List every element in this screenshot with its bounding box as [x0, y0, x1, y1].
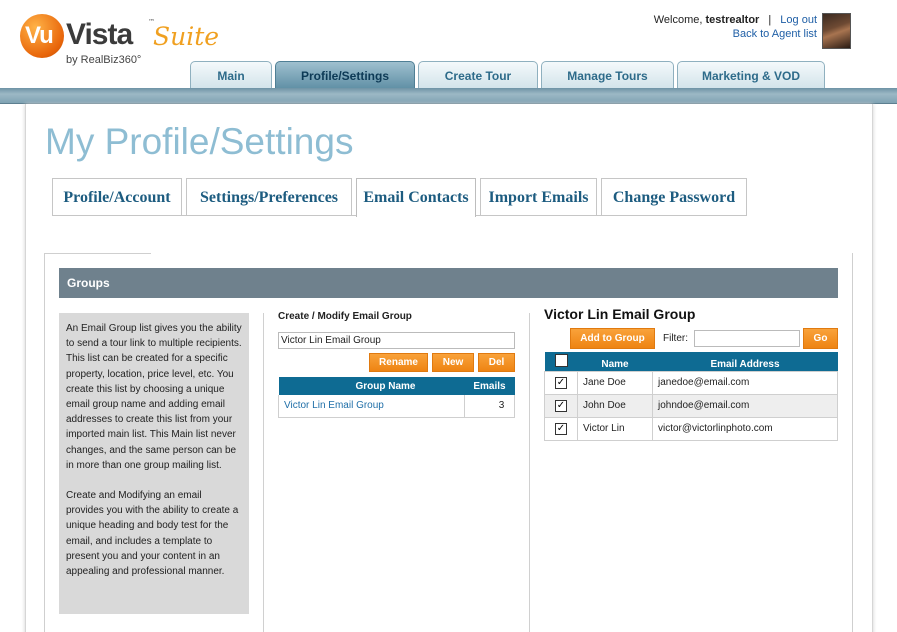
col-emails: Emails [464, 377, 515, 395]
new-button[interactable]: New [432, 353, 474, 372]
tab-main[interactable]: Main [190, 61, 272, 89]
row-checkbox[interactable]: ✓ [555, 422, 567, 435]
select-all-checkbox[interactable] [554, 353, 568, 367]
page-title: My Profile/Settings [45, 121, 354, 162]
del-button[interactable]: Del [478, 353, 515, 372]
back-to-agent-list-link[interactable]: Back to Agent list [733, 28, 817, 40]
filter-label: Filter: [663, 333, 688, 344]
subtab-email-contacts[interactable]: Email Contacts [356, 178, 476, 217]
col-email: Email Address [652, 352, 838, 371]
logo-vista-text: Vista [66, 18, 133, 51]
contact-email: janedoe@email.com [652, 370, 838, 395]
logout-link[interactable]: Log out [780, 14, 817, 26]
row-checkbox[interactable]: ✓ [555, 376, 567, 389]
contact-email: johndoe@email.com [652, 393, 838, 418]
subtab-import-emails[interactable]: Import Emails [480, 178, 597, 216]
nav-bar [0, 88, 897, 104]
column-divider-1 [263, 313, 264, 632]
row-checkbox[interactable]: ✓ [555, 399, 567, 412]
table-row[interactable]: Victor Lin Email Group 3 [278, 395, 515, 418]
username: testrealtor [705, 14, 760, 26]
filter-input[interactable] [694, 330, 800, 347]
subtab-profile-account[interactable]: Profile/Account [52, 178, 182, 216]
groups-header: Groups [59, 268, 838, 298]
select-all-header[interactable] [544, 352, 578, 371]
welcome-area: Welcome, testrealtor | Log out Back to A… [654, 13, 817, 41]
group-detail-title: Victor Lin Email Group [544, 306, 696, 322]
row-checkbox-cell[interactable]: ✓ [544, 416, 578, 441]
tab-profile-settings[interactable]: Profile/Settings [275, 61, 415, 89]
subtabs: Profile/Account Settings/Preferences Ema… [52, 178, 747, 217]
table-row[interactable]: ✓ Jane Doe janedoe@email.com [544, 370, 838, 395]
content-topline [44, 253, 151, 254]
description-paragraph-2: Create and Modifying an email provides y… [66, 490, 239, 578]
subtab-settings-preferences[interactable]: Settings/Preferences [186, 178, 352, 216]
rename-button[interactable]: Rename [369, 353, 428, 372]
col-name: Name [577, 352, 653, 371]
contact-name: Victor Lin [577, 416, 653, 441]
group-name-input[interactable] [278, 332, 515, 349]
logo-byline: by RealBiz360° [66, 54, 142, 66]
groups-table: Group Name Emails Victor Lin Email Group… [278, 377, 515, 418]
row-checkbox-cell[interactable]: ✓ [544, 393, 578, 418]
contact-email: victor@victorlinphoto.com [652, 416, 838, 441]
create-modify-title: Create / Modify Email Group [278, 311, 412, 322]
add-to-group-button[interactable]: Add to Group [570, 328, 655, 349]
tab-manage-tours[interactable]: Manage Tours [541, 61, 674, 89]
contact-name: John Doe [577, 393, 653, 418]
logo-suite-text: Suite [153, 22, 220, 51]
group-name-link[interactable]: Victor Lin Email Group [278, 395, 465, 418]
row-checkbox-cell[interactable]: ✓ [544, 370, 578, 395]
column-divider-2 [529, 313, 530, 632]
tab-create-tour[interactable]: Create Tour [418, 61, 538, 89]
col-group-name: Group Name [278, 377, 465, 395]
contact-name: Jane Doe [577, 370, 653, 395]
welcome-text: Welcome, [653, 14, 703, 26]
subtab-change-password[interactable]: Change Password [601, 178, 747, 216]
table-row[interactable]: ✓ Victor Lin victor@victorlinphoto.com [544, 416, 838, 441]
description-paragraph-1: An Email Group list gives you the abilit… [66, 323, 242, 471]
go-button[interactable]: Go [803, 328, 838, 349]
separator: | [768, 14, 772, 26]
group-email-count: 3 [464, 395, 515, 418]
avatar [822, 13, 851, 49]
groups-description: An Email Group list gives you the abilit… [59, 313, 249, 614]
logo-vu-text: Vu [25, 22, 54, 49]
main-nav: Main Profile/Settings Create Tour Manage… [190, 61, 825, 89]
contacts-table: Name Email Address ✓ Jane Doe janedoe@em… [544, 352, 838, 441]
tab-marketing-vod[interactable]: Marketing & VOD [677, 61, 825, 89]
table-row[interactable]: ✓ John Doe johndoe@email.com [544, 393, 838, 418]
